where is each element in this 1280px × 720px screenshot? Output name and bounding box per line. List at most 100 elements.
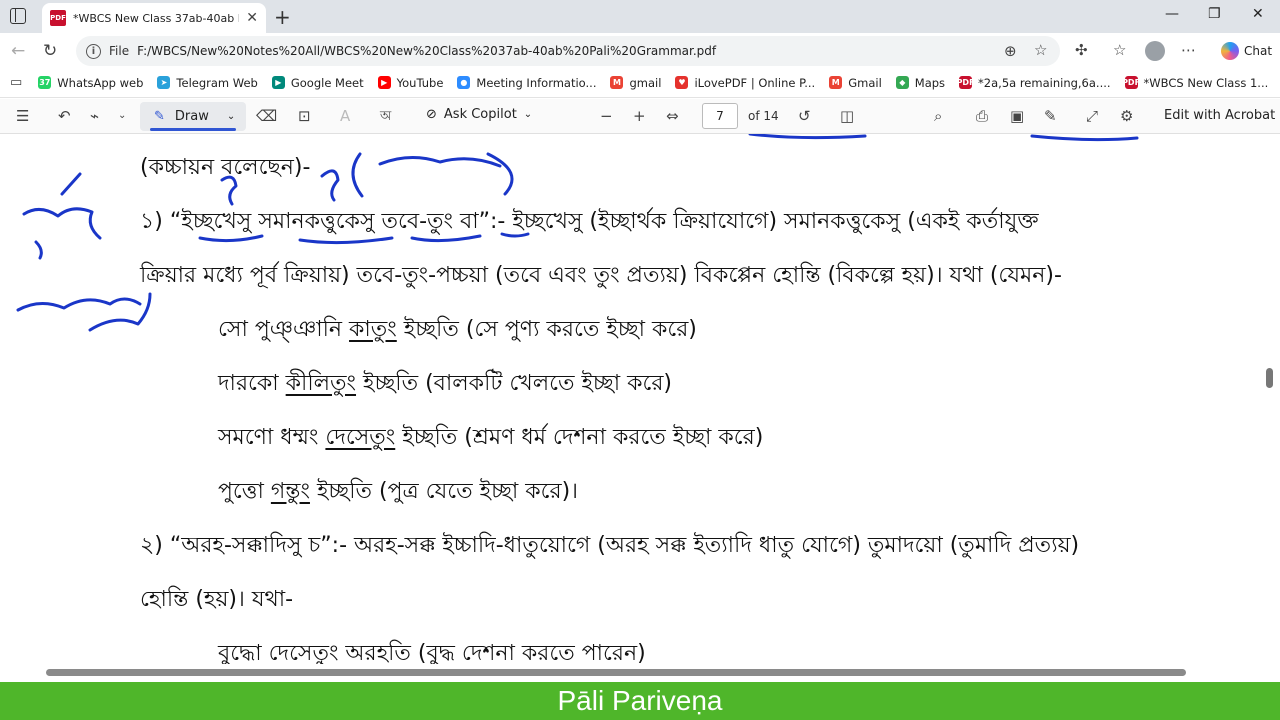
apps-icon[interactable]: ▭ (10, 75, 22, 90)
undo-icon[interactable]: ↶ (58, 107, 71, 125)
edit-with-acrobat-button[interactable]: Edit with Acrobat (1164, 108, 1275, 123)
profile-avatar[interactable] (1145, 41, 1165, 61)
copilot-chat-button[interactable]: Chat (1213, 38, 1280, 64)
bookmark-item[interactable]: 37 WhatsApp web (38, 76, 143, 90)
draw-button[interactable]: ✎ Draw ⌄ (140, 102, 246, 131)
horizontal-scroll-thumb[interactable] (46, 669, 1186, 676)
info-icon[interactable]: i (86, 43, 101, 59)
ink-underline-4 (500, 232, 530, 238)
bookmark-label: Meeting Informatio... (476, 75, 597, 90)
copilot-outline-icon: ⊘ (426, 107, 437, 122)
read-aloud-icon[interactable]: অ (380, 107, 391, 128)
settings-gear-icon[interactable]: ⚙ (1120, 107, 1133, 125)
pdf-toolbar: ☰ ↶ ⌁ ⌄ ✎ Draw ⌄ ⌫ ⊡ A অ ⊘ Ask Copilot ⌄… (0, 99, 1280, 134)
back-icon[interactable]: ← (11, 41, 25, 61)
bookmark-item[interactable]: PDF *WBCS New Class 1... (1122, 75, 1269, 90)
zoom-in-icon[interactable]: + (633, 107, 646, 125)
text-format-icon: A (340, 107, 351, 125)
bookmark-label: gmail (629, 75, 662, 90)
favorite-star-icon[interactable]: ☆ (1034, 41, 1047, 59)
ask-copilot-dropdown-icon[interactable]: ⌄ (524, 109, 532, 120)
bookmarks-bar: ▭ 37 WhatsApp web ➤ Telegram Web ▶ Google Mee… (0, 68, 1280, 98)
minimize-icon[interactable]: — (1165, 6, 1179, 22)
page-number-input[interactable]: 7 (702, 103, 738, 129)
search-icon[interactable]: ⌕ (934, 107, 942, 125)
pen-icon: ✎ (154, 109, 165, 124)
bookmark-label: WhatsApp web (57, 75, 144, 90)
bookmark-icon: ● (457, 76, 471, 89)
save-as-icon[interactable]: ✎ (1044, 107, 1057, 125)
ink-close-paren (486, 152, 514, 196)
ink-underline-1 (198, 234, 264, 243)
highlight-dropdown-icon[interactable]: ⌄ (118, 110, 126, 121)
bookmark-icon: PDF (956, 76, 975, 89)
pdf-page: (কচ্চায়ন বলেছেন)- ১) “ইচ্ছখেসু সমানকত্ত… (0, 134, 1280, 682)
bookmark-icon: ◆ (895, 76, 909, 89)
ink-digit-2 (320, 169, 340, 202)
ink-stroke-top-right (1030, 134, 1139, 142)
page-count: of 14 (748, 109, 779, 123)
bookmark-item[interactable]: PDF *2a,5a remaining,6a.... (956, 76, 1111, 90)
save-icon[interactable]: ▣ (1010, 107, 1024, 125)
fullscreen-icon[interactable]: ⤢ (1086, 107, 1098, 125)
rotate-icon[interactable]: ↺ (798, 107, 811, 125)
vertical-scroll-thumb[interactable] (1266, 368, 1273, 388)
close-tab-icon[interactable]: ✕ (246, 10, 258, 26)
bookmark-icon: ➤ (157, 76, 171, 89)
bookmark-icon: M (610, 76, 624, 89)
ink-left-hook (34, 240, 43, 260)
ink-annotations (16, 134, 1139, 332)
bookmark-label: Google Meet (290, 75, 364, 90)
close-window-icon[interactable]: ✕ (1252, 6, 1264, 22)
copilot-icon (1221, 42, 1239, 60)
ink-left-word-1 (22, 207, 102, 240)
bookmark-label: Telegram Web (176, 75, 258, 90)
bookmark-item[interactable]: ♥ iLovePDF | Online P... (675, 76, 815, 90)
more-menu-icon[interactable]: ⋯ (1181, 41, 1196, 59)
tab-active[interactable]: PDF *WBCS New Class 37ab-40ab Pali ✕ (42, 3, 266, 33)
ink-underline-2 (298, 236, 394, 245)
ink-open-paren (351, 152, 364, 198)
horizontal-scrollbar[interactable] (0, 664, 1280, 680)
highlight-icon[interactable]: ⌁ (90, 107, 99, 125)
contents-icon[interactable]: ☰ (16, 107, 29, 125)
vertical-scrollbar[interactable] (1262, 134, 1276, 668)
extensions-icon[interactable]: ✣ (1075, 41, 1088, 59)
bookmark-item[interactable]: ● Meeting Informatio... (457, 76, 596, 90)
bookmark-item[interactable]: Mgmail (610, 76, 661, 90)
refresh-icon[interactable]: ↻ (43, 41, 57, 61)
favorites-list-icon[interactable]: ☆ (1113, 41, 1126, 59)
zoom-out-icon[interactable]: − (600, 107, 613, 125)
restore-icon[interactable]: ❐ (1208, 6, 1221, 22)
fit-page-icon[interactable]: ⇔ (666, 107, 679, 125)
bookmark-label: YouTube (396, 75, 444, 90)
bookmark-label: iLovePDF | Online P... (694, 75, 816, 90)
eraser-icon[interactable]: ⌫ (256, 107, 277, 125)
print-icon[interactable]: ⎙ (976, 107, 988, 125)
bookmark-item[interactable]: ▶ Google Meet (271, 75, 364, 90)
bookmark-icon: 37 (38, 76, 52, 89)
chat-label: Chat (1244, 44, 1273, 58)
bookmark-label: *WBCS New Class 1... (1143, 75, 1269, 90)
window-menu-icon[interactable] (10, 8, 26, 24)
ask-copilot-label: Ask Copilot (443, 107, 517, 122)
bookmark-item[interactable]: ➤ Telegram Web (157, 75, 258, 90)
bookmark-item[interactable]: M Gmail (829, 76, 882, 90)
bookmark-icon: ♥ (675, 76, 689, 89)
tab-title: *WBCS New Class 37ab-40ab Pali (73, 11, 240, 25)
ink-underline-3 (410, 234, 482, 243)
new-tab-icon[interactable]: + (274, 5, 291, 29)
bookmark-item[interactable]: ▶ YouTube (377, 75, 444, 90)
ask-copilot-button[interactable]: ⊘ Ask Copilot ⌄ (426, 107, 532, 122)
bookmark-label: Gmail (848, 75, 882, 90)
bookmark-item[interactable]: ◆ Maps (895, 76, 945, 90)
bookmark-icon: M (829, 76, 843, 89)
channel-banner: Pāli Pariveṇa (0, 682, 1280, 720)
page-view-icon[interactable]: ◫ (840, 107, 854, 125)
ink-word (378, 156, 502, 168)
text-box-icon[interactable]: ⊡ (298, 107, 311, 125)
draw-dropdown-icon[interactable]: ⌄ (227, 111, 235, 122)
zoom-icon[interactable]: ⊕ (1004, 42, 1017, 60)
url-field[interactable]: i File F:/WBCS/New%20Notes%20All/WBCS%20… (76, 36, 1060, 66)
draw-label: Draw (174, 109, 209, 124)
